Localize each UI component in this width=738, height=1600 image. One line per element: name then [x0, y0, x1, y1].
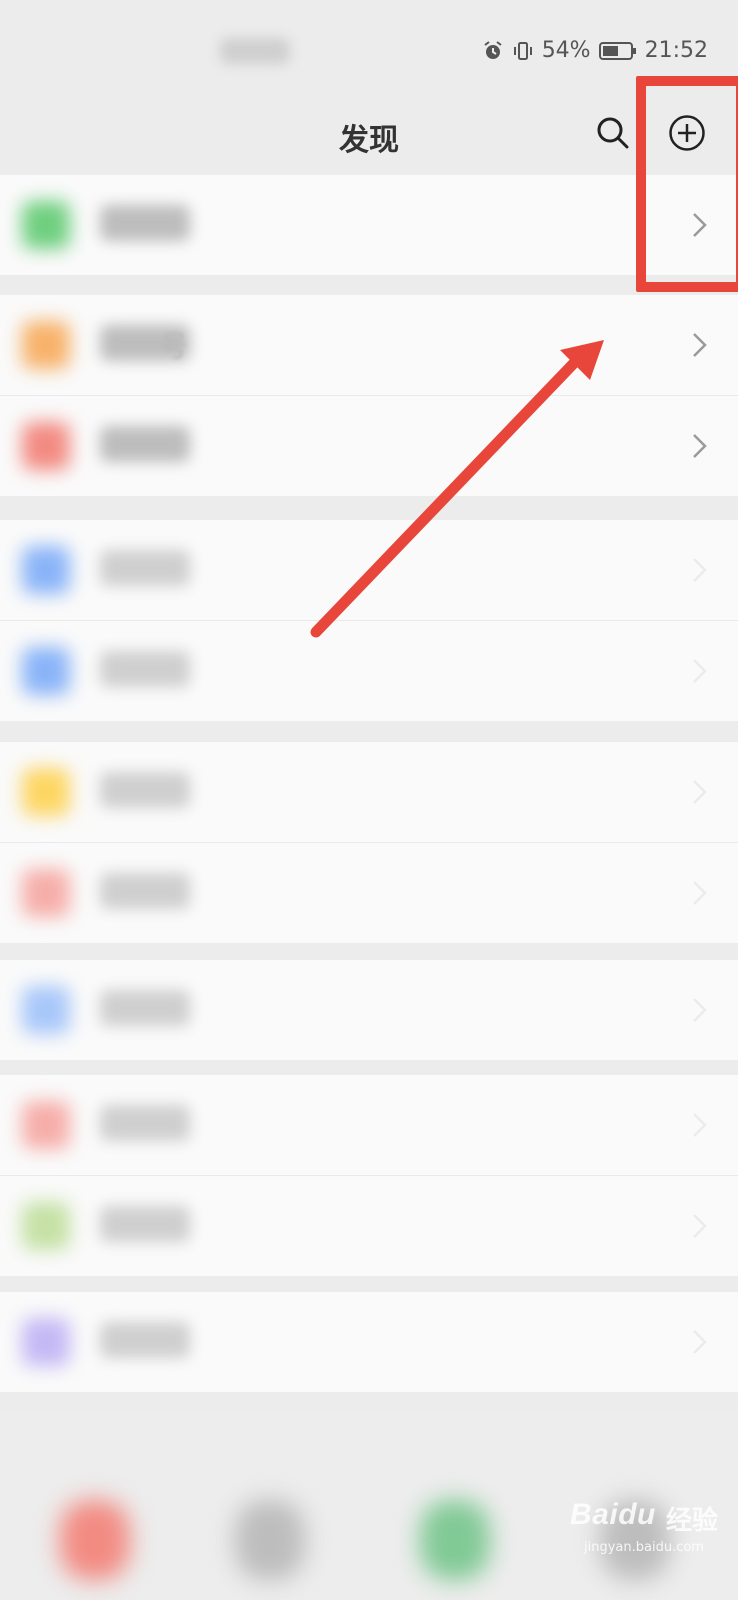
tab-discover-icon [420, 1500, 490, 1580]
tab-contacts-icon [235, 1500, 305, 1580]
menu-row-icon [22, 768, 70, 816]
menu-row[interactable] [0, 1075, 738, 1176]
menu-row[interactable] [0, 742, 738, 843]
menu-group [0, 742, 738, 943]
chevron-right-icon [693, 434, 707, 458]
menu-row-icon [22, 422, 70, 470]
menu-row[interactable] [0, 175, 738, 275]
chevron-right-icon [693, 1330, 707, 1354]
chevron-right-icon [693, 1113, 707, 1137]
baidu-jingyan-watermark: Baidu 经验 jingyan.baidu.com [570, 1490, 720, 1570]
search-icon [597, 117, 629, 149]
menu-row[interactable] [0, 1176, 738, 1276]
chevron-right-icon [693, 780, 707, 804]
menu-group [0, 520, 738, 721]
menu-row-label-blurred [100, 426, 190, 462]
status-icons: 54% 21:52 [482, 38, 708, 63]
menu-row-label-text: 号 [160, 330, 189, 363]
menu-row-icon [22, 869, 70, 917]
menu-group: 号 [0, 295, 738, 496]
tab-contacts[interactable] [235, 1480, 305, 1600]
menu-row[interactable] [0, 396, 738, 496]
tab-discover[interactable] [420, 1480, 490, 1600]
menu-row-icon [22, 986, 70, 1034]
chevron-right-icon [693, 659, 707, 683]
watermark-brand: Baidu [570, 1498, 656, 1531]
menu-row-icon [22, 1101, 70, 1149]
battery-icon [598, 40, 637, 62]
alarm-icon [482, 40, 504, 62]
chevron-right-icon [693, 1214, 707, 1238]
menu-row-icon [22, 1202, 70, 1250]
search-button[interactable] [595, 115, 631, 151]
chevron-right-icon [693, 998, 707, 1022]
menu-row[interactable] [0, 960, 738, 1060]
menu-group [0, 960, 738, 1060]
menu-row[interactable] [0, 1292, 738, 1392]
menu-row-label-blurred [100, 990, 190, 1026]
annotation-highlight-box [636, 76, 738, 292]
menu-row-icon [22, 1318, 70, 1366]
vibrate-icon [512, 40, 534, 62]
menu-row-label-blurred [100, 205, 190, 241]
menu-row-label-blurred [100, 1322, 190, 1358]
status-bar: 54% 21:52 [0, 0, 738, 100]
menu-row-label-blurred [100, 1206, 190, 1242]
battery-percent: 54% [541, 38, 591, 63]
watermark-brand-cn: 经验 [666, 1506, 719, 1536]
menu-group [0, 1292, 738, 1392]
tab-chats-icon [60, 1500, 130, 1580]
menu-row-label-blurred [100, 772, 190, 808]
tab-chats[interactable] [60, 1480, 130, 1600]
menu-row[interactable] [0, 520, 738, 621]
menu-group [0, 175, 738, 275]
chevron-right-icon [693, 558, 707, 582]
clock-time: 21:52 [644, 38, 708, 63]
carrier-text-blurred [220, 38, 290, 64]
menu-row-icon [22, 546, 70, 594]
menu-group [0, 1075, 738, 1276]
watermark-domain: jingyan.baidu.com [584, 1540, 704, 1555]
menu-row-label-blurred [100, 873, 190, 909]
menu-row-label-blurred [100, 651, 190, 687]
menu-row[interactable] [0, 843, 738, 943]
menu-row-icon [22, 647, 70, 695]
menu-row-icon [22, 201, 70, 249]
menu-row-icon [22, 321, 70, 369]
menu-row-label-blurred [100, 550, 190, 586]
chevron-right-icon [693, 881, 707, 905]
chevron-right-icon [693, 333, 707, 357]
menu-row[interactable]: 号 [0, 295, 738, 396]
menu-row-label-blurred [100, 1105, 190, 1141]
menu-row[interactable] [0, 621, 738, 721]
